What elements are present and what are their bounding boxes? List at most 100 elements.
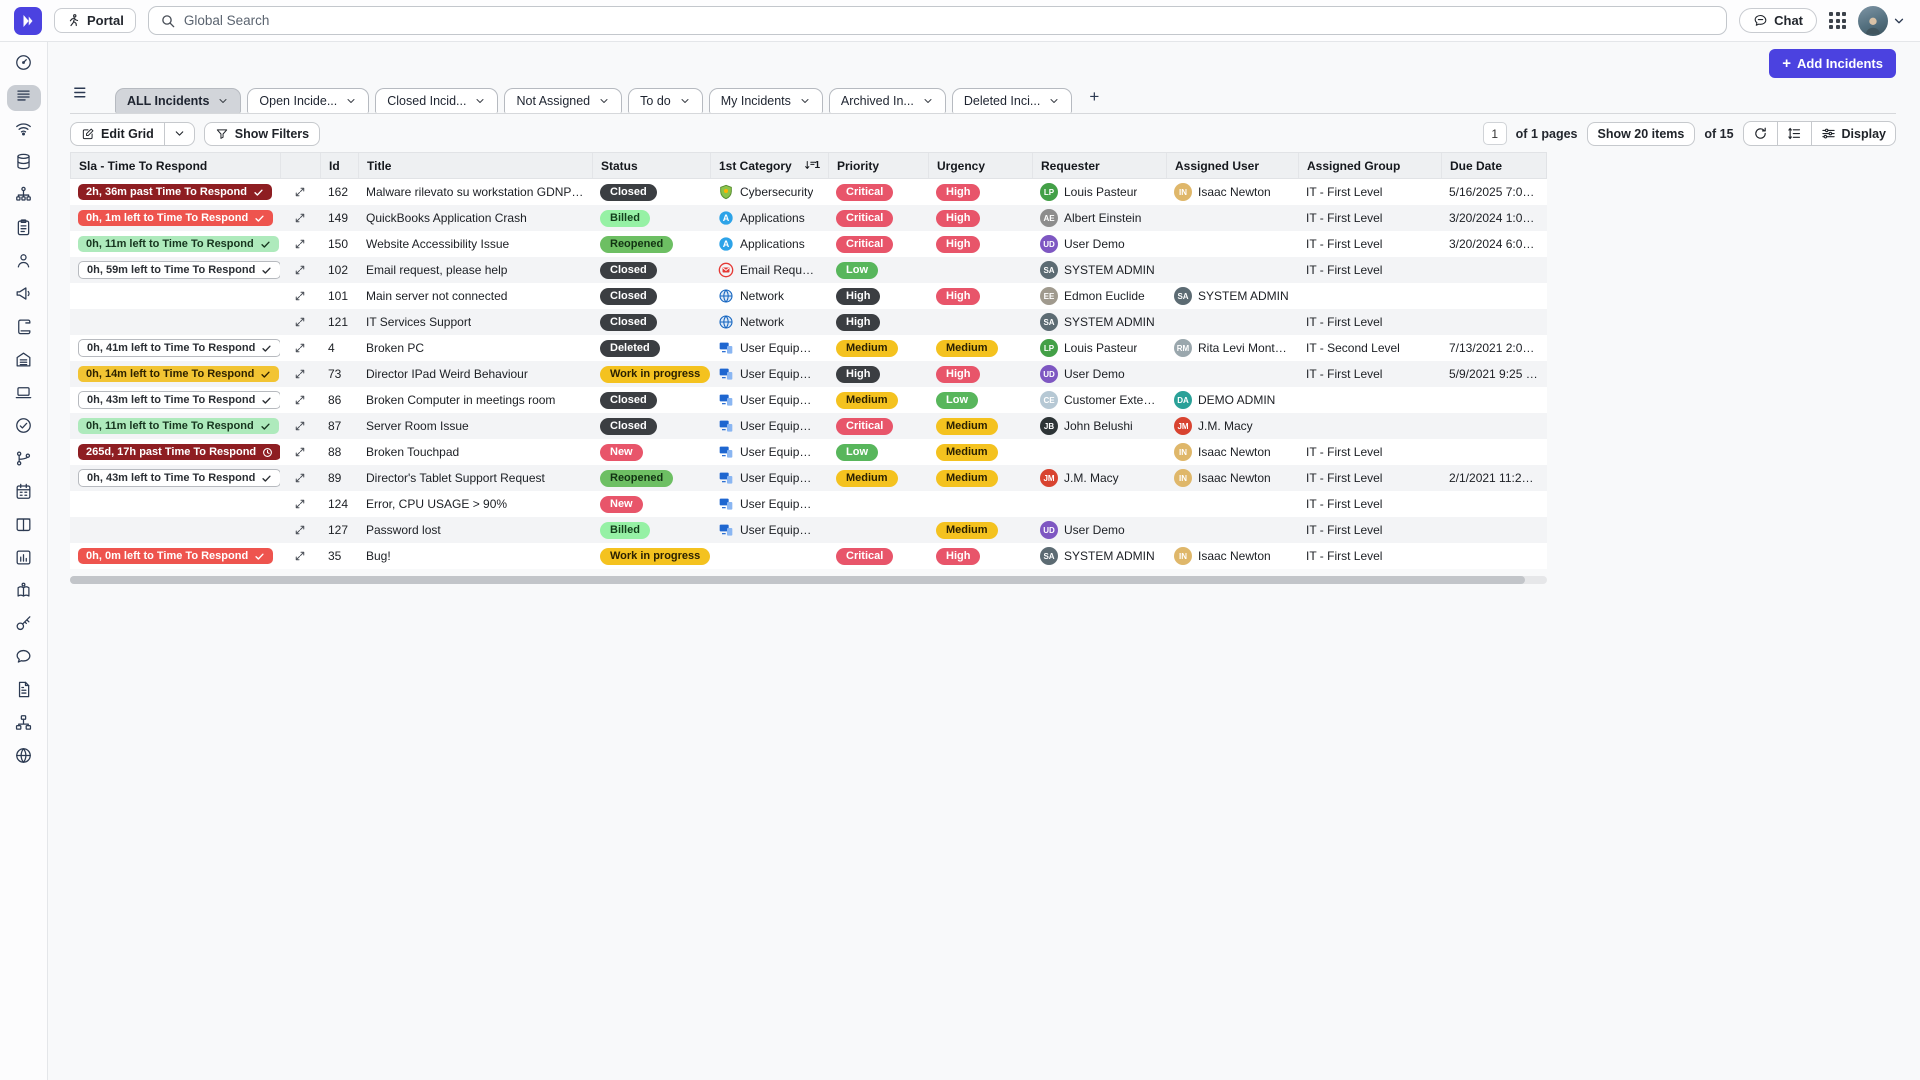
sidebar-item-globe[interactable] xyxy=(7,745,41,771)
sidebar-item-check-circle[interactable] xyxy=(7,415,41,441)
expand-row-icon[interactable] xyxy=(294,550,306,562)
expand-row-icon[interactable] xyxy=(294,394,306,406)
incident-row[interactable]: 0h, 59m left to Time To Respond102Email … xyxy=(70,257,1547,283)
tab-not-assigned[interactable]: Not Assigned xyxy=(504,88,622,113)
sidebar-item-clipboard[interactable] xyxy=(7,217,41,243)
refresh-button[interactable] xyxy=(1744,122,1777,145)
expand-row-icon[interactable] xyxy=(294,316,306,328)
show-items-button[interactable]: Show 20 items xyxy=(1587,122,1696,146)
sidebar-item-person[interactable] xyxy=(7,250,41,276)
sidebar-item-knowledge-book[interactable] xyxy=(7,580,41,606)
cell-expand xyxy=(280,257,320,283)
expand-row-icon[interactable] xyxy=(294,368,306,380)
tab-closed-incid[interactable]: Closed Incid... xyxy=(375,88,498,113)
sidebar-item-chat-bubble[interactable] xyxy=(7,646,41,672)
cell-category: User Equipment xyxy=(710,491,828,517)
add-incidents-button[interactable]: + Add Incidents xyxy=(1769,49,1896,78)
expand-row-icon[interactable] xyxy=(294,186,306,198)
category-text: User Equipment xyxy=(740,419,820,433)
expand-row-icon[interactable] xyxy=(294,264,306,276)
sidebar-item-network-nodes[interactable] xyxy=(7,712,41,738)
page-number-input[interactable] xyxy=(1483,122,1507,145)
sidebar-item-key[interactable] xyxy=(7,613,41,639)
sidebar-item-document[interactable] xyxy=(7,679,41,705)
expand-row-icon[interactable] xyxy=(294,212,306,224)
incident-row[interactable]: 127Password lostBilledUser EquipmentMedi… xyxy=(70,517,1547,543)
incident-row[interactable]: 265d, 17h past Time To Respond88Broken T… xyxy=(70,439,1547,465)
sidebar-item-branch[interactable] xyxy=(7,448,41,474)
search-input[interactable] xyxy=(184,13,1715,28)
brand-logo[interactable] xyxy=(14,7,42,35)
sidebar-item-laptop[interactable] xyxy=(7,382,41,408)
sidebar-item-incident-list[interactable] xyxy=(7,85,41,111)
edit-grid-button[interactable]: Edit Grid xyxy=(71,123,164,145)
cell-category: AApplications xyxy=(710,205,828,231)
row-height-button[interactable] xyxy=(1777,122,1811,145)
expand-row-icon[interactable] xyxy=(294,342,306,354)
tab-deleted-inci[interactable]: Deleted Inci... xyxy=(952,88,1072,113)
cell-expand xyxy=(280,179,320,205)
bar-chart-icon xyxy=(14,548,33,572)
expand-row-icon[interactable] xyxy=(294,524,306,536)
avatar: JM xyxy=(1040,469,1058,487)
title-text: QuickBooks Application Crash xyxy=(366,211,527,225)
tab-archived-in[interactable]: Archived In... xyxy=(829,88,946,113)
tab-open-incide[interactable]: Open Incide... xyxy=(247,88,369,113)
expand-row-icon[interactable] xyxy=(294,238,306,250)
expand-row-icon[interactable] xyxy=(294,472,306,484)
tab-all-incidents[interactable]: ALL Incidents xyxy=(115,88,241,113)
check-icon xyxy=(260,421,271,432)
cell-assigned_group: IT - First Level xyxy=(1298,491,1441,517)
incident-row[interactable]: 0h, 43m left to Time To Respond86Broken … xyxy=(70,387,1547,413)
add-tab-button[interactable]: + xyxy=(1082,85,1106,109)
tab-to-do[interactable]: To do xyxy=(628,88,703,113)
incident-row[interactable]: 0h, 0m left to Time To Respond35Bug!Work… xyxy=(70,543,1547,569)
sort-ascending-icon[interactable]: 1 xyxy=(804,159,820,172)
chat-button[interactable]: Chat xyxy=(1739,8,1817,33)
incident-row[interactable]: 0h, 41m left to Time To Respond4Broken P… xyxy=(70,335,1547,361)
sidebar-item-calendar[interactable] xyxy=(7,481,41,507)
title-text: Broken PC xyxy=(366,341,424,355)
sidebar-item-database[interactable] xyxy=(7,151,41,177)
incident-row[interactable]: 0h, 14m left to Time To Respond73Directo… xyxy=(70,361,1547,387)
user-avatar[interactable] xyxy=(1858,6,1888,36)
expand-row-icon[interactable] xyxy=(294,420,306,432)
incident-row[interactable]: 101Main server not connectedClosedNetwor… xyxy=(70,283,1547,309)
incident-row[interactable]: 121IT Services SupportClosedNetworkHighS… xyxy=(70,309,1547,335)
show-filters-button[interactable]: Show Filters xyxy=(204,122,320,146)
sidebar-item-dashboard-gauge[interactable] xyxy=(7,52,41,78)
incident-row[interactable]: 0h, 1m left to Time To Respond149QuickBo… xyxy=(70,205,1547,231)
apps-grid-icon[interactable] xyxy=(1829,12,1846,29)
expand-row-icon[interactable] xyxy=(294,446,306,458)
user-menu[interactable] xyxy=(1858,6,1906,36)
sidebar-item-bar-chart[interactable] xyxy=(7,547,41,573)
edit-grid-dropdown[interactable] xyxy=(164,123,194,145)
display-button[interactable]: Display xyxy=(1811,122,1895,145)
sla-badge: 0h, 41m left to Time To Respond xyxy=(78,339,280,357)
id-text: 35 xyxy=(328,549,341,563)
user-equipment-icon xyxy=(718,522,734,538)
incident-row[interactable]: 0h, 11m left to Time To Respond87Server … xyxy=(70,413,1547,439)
tab-my-incidents[interactable]: My Incidents xyxy=(709,88,823,113)
portal-button[interactable]: Portal xyxy=(54,8,136,33)
incident-row[interactable]: 124Error, CPU USAGE > 90%NewUser Equipme… xyxy=(70,491,1547,517)
sidebar-item-megaphone[interactable] xyxy=(7,283,41,309)
sidebar-item-wifi-signal[interactable] xyxy=(7,118,41,144)
horizontal-scrollbar[interactable] xyxy=(70,576,1525,584)
sidebar-item-scroll[interactable] xyxy=(7,316,41,342)
incident-row[interactable]: 2h, 36m past Time To Respond162Malware r… xyxy=(70,179,1547,205)
incident-row[interactable]: 0h, 43m left to Time To Respond89Directo… xyxy=(70,465,1547,491)
tab-label: My Incidents xyxy=(721,94,791,108)
sidebar-item-kanban-board[interactable] xyxy=(7,514,41,540)
expand-row-icon[interactable] xyxy=(294,498,306,510)
incident-row[interactable]: 0h, 11m left to Time To Respond150Websit… xyxy=(70,231,1547,257)
sidebar-item-org-chart[interactable] xyxy=(7,184,41,210)
tab-menu-icon[interactable] xyxy=(72,84,89,106)
expand-row-icon[interactable] xyxy=(294,290,306,302)
sidebar-item-archive[interactable] xyxy=(7,349,41,375)
requester-name: Customer External xyxy=(1064,393,1158,407)
category-text: User Equipment xyxy=(740,523,820,537)
cell-id: 86 xyxy=(320,387,358,413)
cell-expand xyxy=(280,491,320,517)
cell-title: Broken Computer in meetings room xyxy=(358,387,592,413)
